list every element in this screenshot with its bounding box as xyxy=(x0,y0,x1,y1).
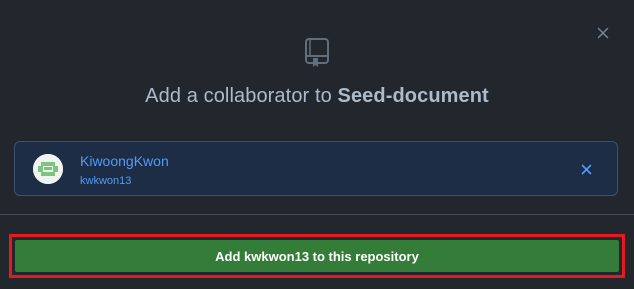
remove-icon xyxy=(581,164,591,174)
collaborator-login: kwkwon13 xyxy=(80,175,132,187)
dialog-title: Add a collaborator to Seed-document xyxy=(0,85,634,108)
collaborator-name[interactable]: KiwoongKwon xyxy=(80,153,169,169)
remove-collaborator-button[interactable] xyxy=(579,162,593,176)
close-button[interactable] xyxy=(594,24,612,42)
add-collaborator-dialog: Add a collaborator to Seed-document Kiwo… xyxy=(0,0,634,289)
avatar xyxy=(33,154,63,184)
add-collaborator-button[interactable]: Add kwkwon13 to this repository xyxy=(15,240,619,272)
collaborator-card: KiwoongKwon kwkwon13 xyxy=(14,141,618,196)
repo-icon xyxy=(305,38,329,67)
divider xyxy=(0,214,634,215)
close-icon xyxy=(597,27,609,39)
title-prefix: Add a collaborator to xyxy=(145,85,338,107)
identicon-avatar xyxy=(33,154,63,184)
repo-name: Seed-document xyxy=(337,85,489,107)
